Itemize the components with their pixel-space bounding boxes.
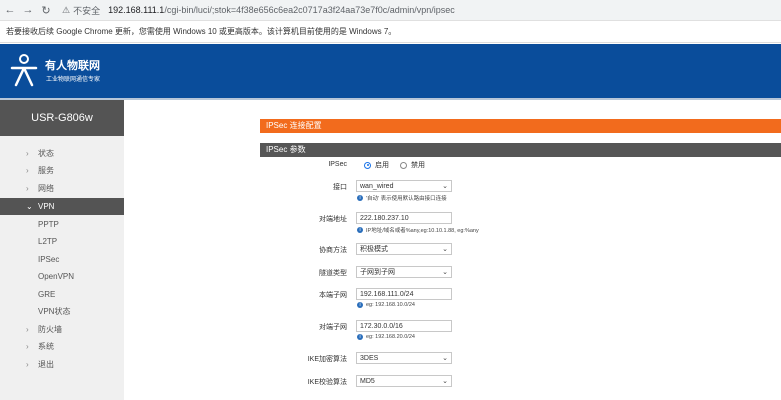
tunnel-type-label: 隧道类型 xyxy=(319,270,347,277)
update-infobar: 若要接收后续 Google Chrome 更新，您需使用 Windows 10 … xyxy=(0,21,781,43)
sidebar-item-status[interactable]: › 状态 xyxy=(0,145,124,162)
chevron-down-icon: ⌄ xyxy=(26,202,33,211)
interface-value: wan_wired xyxy=(360,183,394,190)
remote-subnet-input[interactable]: 172.30.0.0/16 xyxy=(356,320,452,332)
sidebar: USR-G806w › 状态 › 服务 › 网络 ⌄ VPN PPTP L2TP… xyxy=(0,100,124,400)
main-content: IPSec 连接配置 IPSec 参数 IPSec 启用 禁用 接口 wan_w… xyxy=(124,100,781,400)
warning-icon[interactable]: ⚠ xyxy=(62,5,70,16)
remote-subnet-label: 对端子网 xyxy=(319,324,347,331)
ipsec-disable-radio[interactable]: 禁用 xyxy=(400,160,425,170)
chevron-right-icon: › xyxy=(26,184,29,193)
info-icon: i xyxy=(357,334,363,340)
device-title: USR-G806w xyxy=(0,100,124,136)
page-header: 有人物联网 工业物联网通信专家 xyxy=(0,44,781,98)
local-subnet-hint: i eg: 192.168.10.0/24 xyxy=(357,302,415,308)
sidebar-item-label: 服务 xyxy=(38,166,54,175)
sidebar-item-l2tp[interactable]: L2TP xyxy=(0,233,124,250)
security-label[interactable]: 不安全 xyxy=(73,4,100,17)
brand-name: 有人物联网 xyxy=(45,60,100,72)
sidebar-item-ipsec[interactable]: IPSec xyxy=(0,251,124,268)
ike-auth-label: IKE校验算法 xyxy=(307,379,347,386)
url-host[interactable]: 192.168.111.1 xyxy=(108,5,164,15)
remote-subnet-hint: i eg: 192.168.20.0/24 xyxy=(357,334,415,340)
sidebar-item-firewall[interactable]: › 防火墙 xyxy=(0,321,124,338)
chevron-down-icon: ⌄ xyxy=(442,246,448,253)
ipsec-enable-label: 启用 xyxy=(375,162,389,169)
ike-auth-value: MD5 xyxy=(360,378,375,385)
sidebar-item-label: OpenVPN xyxy=(38,272,75,281)
sidebar-item-label: 状态 xyxy=(38,149,54,158)
ike-enc-select[interactable]: 3DES ⌄ xyxy=(356,352,452,364)
interface-label: 接口 xyxy=(333,184,347,191)
local-subnet-hint-text: eg: 192.168.10.0/24 xyxy=(366,302,415,308)
negotiation-label: 协商方法 xyxy=(319,247,347,254)
sidebar-item-label: 系统 xyxy=(38,342,54,351)
remote-subnet-hint-text: eg: 192.168.20.0/24 xyxy=(366,334,415,340)
ike-auth-select[interactable]: MD5 ⌄ xyxy=(356,375,452,387)
sidebar-item-pptp[interactable]: PPTP xyxy=(0,216,124,233)
sidebar-item-services[interactable]: › 服务 xyxy=(0,162,124,179)
sidebar-item-gre[interactable]: GRE xyxy=(0,286,124,303)
ipsec-enable-radio[interactable]: 启用 xyxy=(364,160,389,170)
chevron-right-icon: › xyxy=(26,342,29,351)
local-subnet-input[interactable]: 192.168.111.0/24 xyxy=(356,288,452,300)
back-arrow-icon[interactable]: ← xyxy=(2,2,18,18)
sidebar-item-label: GRE xyxy=(38,290,56,299)
sidebar-item-system[interactable]: › 系统 xyxy=(0,338,124,355)
chevron-right-icon: › xyxy=(26,166,29,175)
interface-select[interactable]: wan_wired ⌄ xyxy=(356,180,452,192)
infobar-message: 若要接收后续 Google Chrome 更新，您需使用 Windows 10 … xyxy=(6,27,397,36)
logo-icon xyxy=(10,54,38,87)
sidebar-item-label: PPTP xyxy=(38,220,59,229)
sidebar-item-label: VPN xyxy=(38,202,55,211)
sidebar-item-label: L2TP xyxy=(38,237,58,246)
brand-subtitle: 工业物联网通信专家 xyxy=(46,77,101,83)
local-subnet-label: 本端子网 xyxy=(319,292,347,299)
ike-enc-label: IKE加密算法 xyxy=(307,356,347,363)
sidebar-item-label: 网络 xyxy=(38,184,54,193)
chevron-right-icon: › xyxy=(26,360,29,369)
browser-toolbar: ← → ↻ ⚠ 不安全 192.168.111.1/cgi-bin/luci/;… xyxy=(0,0,781,21)
radio-selected-icon xyxy=(364,161,371,169)
radio-unselected-icon xyxy=(400,161,407,169)
sidebar-item-openvpn[interactable]: OpenVPN xyxy=(0,268,124,285)
negotiation-select[interactable]: 积极模式 ⌄ xyxy=(356,243,452,255)
sidebar-item-label: 退出 xyxy=(38,360,54,369)
remote-addr-label: 对端地址 xyxy=(319,216,347,223)
tunnel-type-select[interactable]: 子网到子网 ⌄ xyxy=(356,266,452,278)
sidebar-item-label: IPSec xyxy=(38,255,60,264)
url-path[interactable]: /cgi-bin/luci/;stok=4f38e656c6ea2c0717a3… xyxy=(164,5,454,15)
reload-icon[interactable]: ↻ xyxy=(38,2,54,18)
remote-addr-hint-text: IP地址/域名或者%any,eg:10.10.1.88, eg:%any xyxy=(366,228,479,234)
info-icon: i xyxy=(357,302,363,308)
sidebar-item-vpn[interactable]: ⌄ VPN xyxy=(0,198,124,215)
remote-addr-input[interactable]: 222.180.237.10 xyxy=(356,212,452,224)
address-bar[interactable]: ⚠ 不安全 192.168.111.1/cgi-bin/luci/;stok=4… xyxy=(62,4,455,17)
chevron-down-icon: ⌄ xyxy=(442,183,448,190)
info-icon: i xyxy=(357,195,363,201)
sidebar-item-vpn-status[interactable]: VPN状态 xyxy=(0,303,124,320)
negotiation-value: 积极模式 xyxy=(360,246,388,253)
chevron-right-icon: › xyxy=(26,325,29,334)
ipsec-label: IPSec xyxy=(328,161,347,168)
sidebar-item-label: VPN状态 xyxy=(38,307,71,316)
ipsec-disable-label: 禁用 xyxy=(411,162,425,169)
sidebar-item-network[interactable]: › 网络 xyxy=(0,180,124,197)
chevron-down-icon: ⌄ xyxy=(442,355,448,362)
chevron-right-icon: › xyxy=(26,149,29,158)
interface-hint-text: '自动' 表示使用默认路由接口连接 xyxy=(366,196,447,202)
interface-hint: i '自动' 表示使用默认路由接口连接 xyxy=(357,194,447,202)
info-icon: i xyxy=(357,227,363,233)
section-title: IPSec 连接配置 xyxy=(260,119,781,133)
chevron-down-icon: ⌄ xyxy=(442,378,448,385)
tunnel-type-value: 子网到子网 xyxy=(360,269,395,276)
ike-enc-value: 3DES xyxy=(360,355,379,362)
chevron-down-icon: ⌄ xyxy=(442,269,448,276)
forward-arrow-icon[interactable]: → xyxy=(20,2,36,18)
params-title: IPSec 参数 xyxy=(260,143,781,157)
sidebar-item-label: 防火墙 xyxy=(38,325,62,334)
remote-addr-hint: i IP地址/域名或者%any,eg:10.10.1.88, eg:%any xyxy=(357,226,479,234)
sidebar-item-logout[interactable]: › 退出 xyxy=(0,356,124,373)
